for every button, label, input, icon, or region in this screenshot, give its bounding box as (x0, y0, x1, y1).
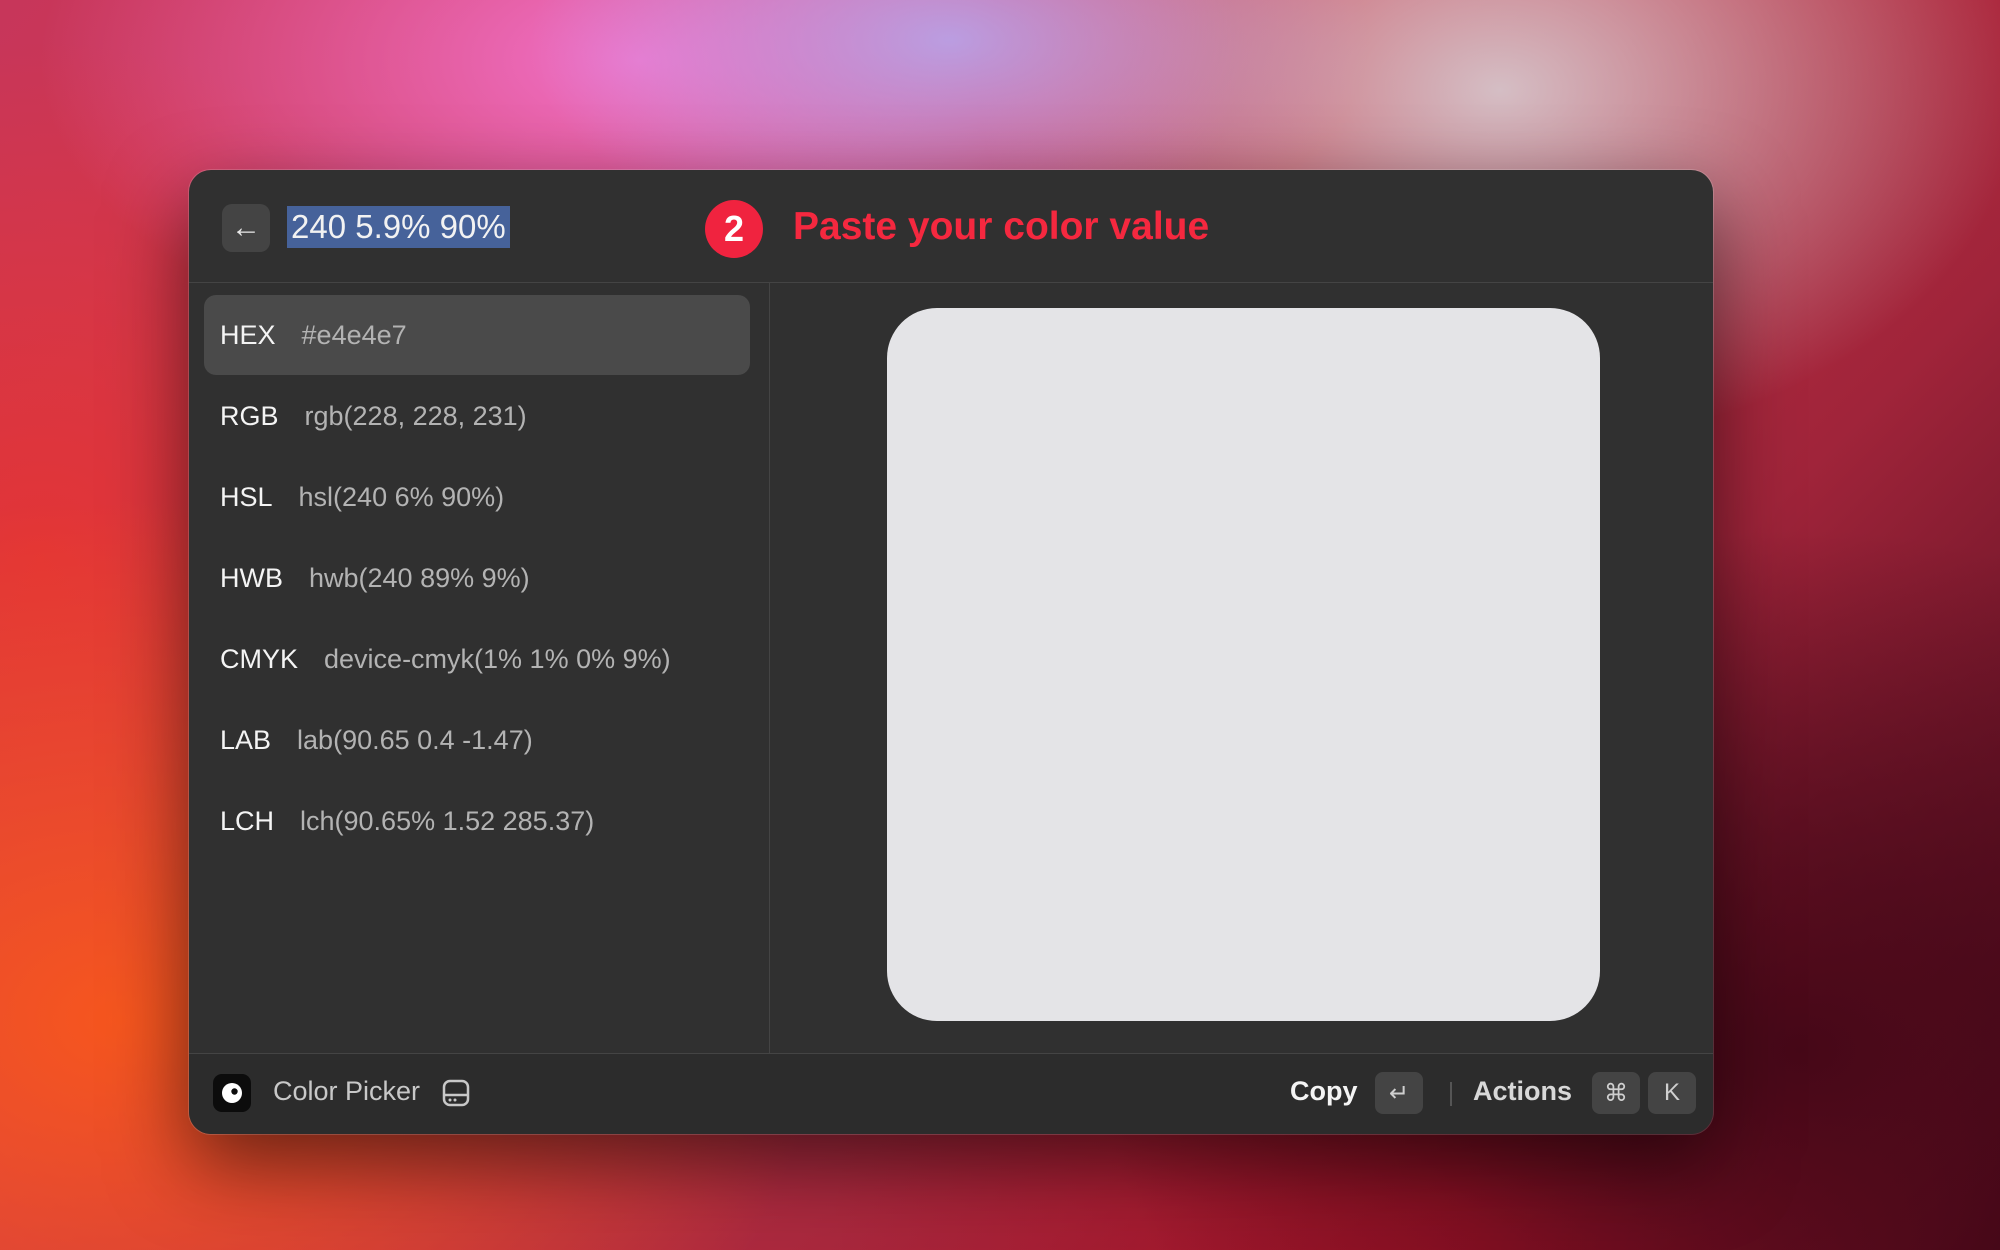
format-value: hsl(240 6% 90%) (298, 481, 505, 512)
format-value: lab(90.65 0.4 -1.47) (297, 724, 533, 755)
list-item-hwb[interactable]: HWB hwb(240 89% 9%) (204, 538, 750, 618)
color-preview-swatch (887, 308, 1600, 1021)
list-item-hex[interactable]: HEX #e4e4e7 (204, 295, 750, 375)
format-value: lch(90.65% 1.52 285.37) (300, 805, 595, 836)
list-item-cmyk[interactable]: CMYK device-cmyk(1% 1% 0% 9%) (204, 619, 750, 699)
color-picker-icon (213, 1074, 251, 1112)
format-name: LAB (220, 724, 272, 755)
copy-button[interactable]: Copy (1290, 1076, 1358, 1107)
list-item-hsl[interactable]: HSL hsl(240 6% 90%) (204, 457, 750, 537)
action-bar: Color Picker Copy ↵ Actions ⌘ K (189, 1053, 1713, 1134)
hard-drive-icon[interactable] (439, 1076, 473, 1110)
back-button[interactable]: ← (222, 204, 270, 252)
actions-button[interactable]: Actions (1473, 1076, 1572, 1107)
arrow-left-icon: ← (231, 211, 261, 244)
app-name: Color Picker (273, 1076, 421, 1106)
format-value: device-cmyk(1% 1% 0% 9%) (324, 643, 671, 674)
format-value: #e4e4e7 (301, 319, 407, 350)
divider (1450, 1082, 1452, 1106)
format-name: CMYK (220, 643, 299, 674)
format-name: HSL (220, 481, 273, 512)
list-item-lab[interactable]: LAB lab(90.65 0.4 -1.47) (204, 700, 750, 780)
return-key-icon: ↵ (1375, 1072, 1423, 1114)
format-list: HEX #e4e4e7 RGB rgb(228, 228, 231) HSL h… (189, 283, 770, 1053)
step-instruction: Paste your color value (793, 205, 1210, 248)
format-name: RGB (220, 400, 279, 431)
format-name: HWB (220, 562, 283, 593)
k-key: K (1648, 1072, 1696, 1114)
format-value: rgb(228, 228, 231) (304, 400, 527, 431)
format-value: hwb(240 89% 9%) (309, 562, 530, 593)
format-name: LCH (220, 805, 275, 836)
color-picker-window: ← 240 5.9% 90% HEX #e4e4e7 RGB rgb(228, … (189, 170, 1713, 1134)
search-input[interactable]: 240 5.9% 90% (287, 206, 510, 248)
command-key-icon: ⌘ (1592, 1072, 1640, 1114)
step-badge: 2 (705, 200, 763, 258)
list-item-rgb[interactable]: RGB rgb(228, 228, 231) (204, 376, 750, 456)
format-name: HEX (220, 319, 276, 350)
list-item-lch[interactable]: LCH lch(90.65% 1.52 285.37) (204, 781, 750, 861)
